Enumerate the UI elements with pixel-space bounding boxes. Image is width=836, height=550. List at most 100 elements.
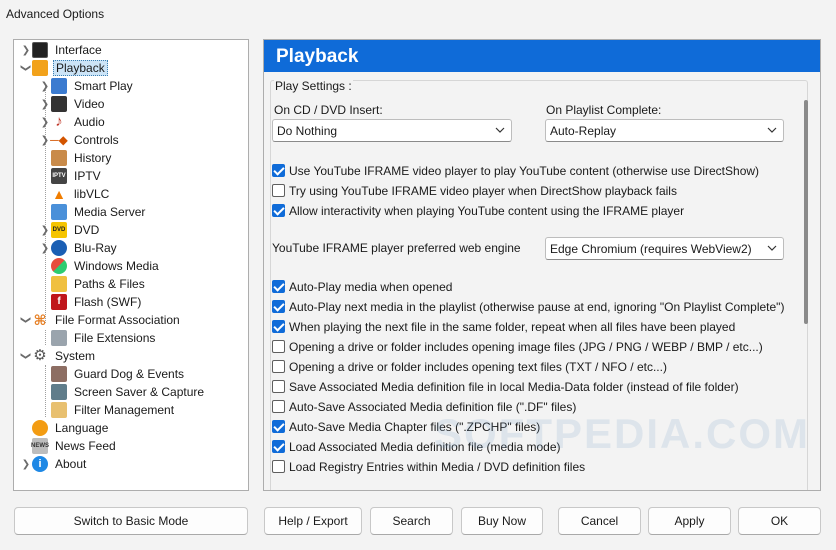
checkbox[interactable] [272, 204, 285, 217]
checkbox-label: Auto-Save Associated Media definition fi… [289, 399, 577, 414]
tree-item-libvlc[interactable]: ▲ libVLC [51, 185, 111, 203]
video-icon [51, 96, 67, 112]
tree-item-language[interactable]: Language [32, 419, 110, 437]
checkbox[interactable] [272, 280, 285, 293]
chevron-down-icon[interactable]: ❯ [17, 62, 35, 74]
tree-item-controls[interactable]: ❯ ─◆ Controls [39, 131, 121, 149]
dropdown-value: Auto-Replay [550, 124, 617, 138]
tree-item-about[interactable]: ❯ i About [20, 455, 88, 473]
smart-play-icon [51, 78, 67, 94]
checkbox-iframe-interactivity[interactable]: Allow interactivity when playing YouTube… [272, 202, 684, 219]
checkbox-autoplay-next[interactable]: Auto-Play next media in the playlist (ot… [272, 298, 784, 315]
vlc-cone-icon: ▲ [52, 186, 66, 202]
checkbox-label: When playing the next file in the same f… [289, 319, 736, 334]
tree-item-paths-files[interactable]: Paths & Files [51, 275, 147, 293]
dropdown-value: Do Nothing [277, 124, 338, 138]
checkbox[interactable] [272, 340, 285, 353]
checkbox-label: Auto-Play next media in the playlist (ot… [289, 299, 785, 314]
tree-item-windows-media[interactable]: Windows Media [51, 257, 161, 275]
tree-item-iptv[interactable]: IPTV IPTV [51, 167, 103, 185]
checkbox-autoplay-opened[interactable]: Auto-Play media when opened [272, 278, 452, 295]
playlist-complete-label: On Playlist Complete: [546, 103, 662, 117]
checkbox-autosave-chapters[interactable]: Auto-Save Media Chapter files (".ZPCHP" … [272, 418, 540, 435]
tree-item-label: File Extensions [74, 331, 156, 345]
tree-item-video[interactable]: ❯ Video [39, 95, 106, 113]
checkbox[interactable] [272, 420, 285, 433]
switch-basic-mode-button[interactable]: Switch to Basic Mode [14, 507, 248, 535]
tree-item-system[interactable]: ❯ ⚙ System [20, 347, 97, 365]
tree-item-screen-saver[interactable]: Screen Saver & Capture [51, 383, 206, 401]
tree-item-history[interactable]: History [51, 149, 113, 167]
tree-item-media-server[interactable]: Media Server [51, 203, 147, 221]
apply-button[interactable]: Apply [648, 507, 731, 535]
tree-item-label: Guard Dog & Events [74, 367, 185, 381]
ok-button[interactable]: OK [738, 507, 821, 535]
tree-item-audio[interactable]: ❯ ♪ Audio [39, 113, 107, 131]
tree-line [45, 330, 46, 345]
dvd-icon: DVD [51, 222, 67, 238]
chevron-down-icon [495, 127, 505, 133]
tree-item-news-feed[interactable]: NEWS News Feed [31, 437, 118, 455]
filter-icon [51, 402, 67, 418]
tree-item-guard-dog[interactable]: Guard Dog & Events [51, 365, 186, 383]
tree-item-playback[interactable]: ❯ Playback [20, 59, 108, 77]
tree-item-interface[interactable]: ❯ Interface [20, 41, 104, 59]
checkbox-save-local-df[interactable]: Save Associated Media definition file in… [272, 378, 739, 395]
chevron-down-icon [767, 127, 777, 133]
checkbox-load-registry[interactable]: Load Registry Entries within Media / DVD… [272, 458, 585, 475]
checkbox[interactable] [272, 360, 285, 373]
web-engine-label: YouTube IFRAME player preferred web engi… [272, 241, 521, 255]
tree-item-file-format-association[interactable]: ❯ ⌘ File Format Association [20, 311, 182, 329]
tree-item-label: Language [55, 421, 109, 435]
checkbox[interactable] [272, 400, 285, 413]
checkbox-open-text[interactable]: Opening a drive or folder includes openi… [272, 358, 667, 375]
playlist-complete-dropdown[interactable]: Auto-Replay [545, 119, 784, 142]
tree-item-filter-management[interactable]: Filter Management [51, 401, 176, 419]
chevron-right-icon[interactable]: ❯ [39, 239, 51, 257]
cancel-button[interactable]: Cancel [558, 507, 641, 535]
checkbox[interactable] [272, 460, 285, 473]
chevron-right-icon[interactable]: ❯ [20, 455, 32, 473]
chevron-right-icon[interactable]: ❯ [39, 77, 51, 95]
group-label: Play Settings : [274, 79, 353, 93]
buy-now-button[interactable]: Buy Now [461, 507, 543, 535]
tree-item-label: Media Server [74, 205, 146, 219]
chevron-right-icon[interactable]: ❯ [39, 113, 51, 131]
help-export-button[interactable]: Help / Export [264, 507, 362, 535]
tree-item-label: IPTV [74, 169, 101, 183]
tree-item-bluray[interactable]: ❯ Blu-Ray [39, 239, 119, 257]
checkbox[interactable] [272, 164, 285, 177]
tree-item-file-extensions[interactable]: File Extensions [51, 329, 157, 347]
tree-item-dvd[interactable]: ❯ DVD DVD [39, 221, 101, 239]
checkbox-label: Auto-Play media when opened [289, 279, 453, 294]
checkbox-iframe-fallback[interactable]: Try using YouTube IFRAME video player wh… [272, 182, 677, 199]
checkbox[interactable] [272, 320, 285, 333]
checkbox-repeat-folder[interactable]: When playing the next file in the same f… [272, 318, 735, 335]
chevron-right-icon[interactable]: ❯ [20, 41, 32, 59]
tree-item-label: Interface [55, 43, 102, 57]
controls-icon: ─◆ [50, 133, 68, 147]
checkbox[interactable] [272, 380, 285, 393]
tree-item-flash[interactable]: f Flash (SWF) [51, 293, 143, 311]
checkbox-load-df[interactable]: Load Associated Media definition file (m… [272, 438, 561, 455]
chevron-right-icon[interactable]: ❯ [39, 221, 51, 239]
checkbox-label: Allow interactivity when playing YouTube… [289, 203, 685, 218]
tree-item-label: Paths & Files [74, 277, 145, 291]
checkbox-autosave-df[interactable]: Auto-Save Associated Media definition fi… [272, 398, 576, 415]
checkbox[interactable] [272, 440, 285, 453]
options-tree[interactable]: ❯ Interface ❯ Playback ❯ Smart Play ❯ Vi… [13, 39, 249, 491]
checkbox-youtube-iframe[interactable]: Use YouTube IFRAME video player to play … [272, 162, 759, 179]
checkbox-label: Load Associated Media definition file (m… [289, 439, 561, 454]
vertical-scrollbar[interactable] [804, 100, 808, 324]
cd-insert-dropdown[interactable]: Do Nothing [272, 119, 512, 142]
search-button[interactable]: Search [370, 507, 453, 535]
chevron-down-icon[interactable]: ❯ [17, 314, 35, 326]
checkbox[interactable] [272, 300, 285, 313]
tree-item-smart-play[interactable]: ❯ Smart Play [39, 77, 135, 95]
window-title: Advanced Options [6, 7, 105, 21]
chevron-down-icon[interactable]: ❯ [17, 350, 35, 362]
chevron-right-icon[interactable]: ❯ [39, 95, 51, 113]
web-engine-dropdown[interactable]: Edge Chromium (requires WebView2) [545, 237, 784, 260]
checkbox[interactable] [272, 184, 285, 197]
checkbox-open-images[interactable]: Opening a drive or folder includes openi… [272, 338, 763, 355]
